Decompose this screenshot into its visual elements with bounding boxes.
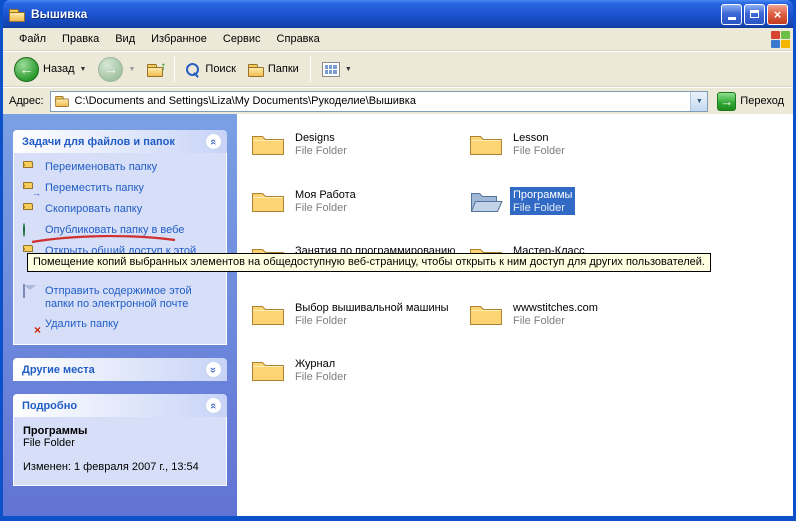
go-label: Переход xyxy=(740,95,784,107)
search-button[interactable]: Поиск xyxy=(181,60,240,79)
tasks-panel-body: Переименовать папку → Переместить папку … xyxy=(13,153,227,345)
window-folder-icon xyxy=(9,9,25,22)
address-dropdown-icon[interactable]: ▼ xyxy=(690,92,707,111)
folders-icon xyxy=(248,64,264,77)
toolbar: ← Назад ▼ → ▼ ↑ Поиск Папки xyxy=(3,51,793,87)
folder-icon xyxy=(251,300,285,328)
views-icon xyxy=(322,62,340,77)
titlebar: Вышивка × xyxy=(3,0,793,28)
address-folder-icon xyxy=(55,95,69,106)
content: Задачи для файлов и папок « Переименоват… xyxy=(3,114,793,516)
details-panel-body: Программы File Folder Изменен: 1 февраля… xyxy=(13,417,227,486)
menu-view[interactable]: Вид xyxy=(107,29,143,49)
window-title: Вышивка xyxy=(31,7,719,21)
toolbar-separator-2 xyxy=(310,56,311,82)
address-combobox[interactable]: C:\Documents and Settings\Liza\My Docume… xyxy=(50,91,709,112)
up-button[interactable]: ↑ xyxy=(142,59,168,80)
windows-logo xyxy=(769,29,791,49)
views-dropdown-icon: ▼ xyxy=(345,66,352,73)
other-places-title: Другие места xyxy=(22,364,95,376)
search-icon xyxy=(186,63,199,76)
go-icon: → xyxy=(717,92,736,111)
file-item-lesson[interactable]: LessonFile Folder xyxy=(469,130,687,158)
back-button[interactable]: ← Назад ▼ xyxy=(9,54,91,85)
forward-button[interactable]: → ▼ xyxy=(93,54,140,85)
menubar: Файл Правка Вид Избранное Сервис Справка xyxy=(3,28,793,51)
task-copy-folder[interactable]: Скопировать папку xyxy=(23,203,222,217)
folder-icon xyxy=(469,300,503,328)
up-folder-icon: ↑ xyxy=(147,64,163,77)
folder-icon xyxy=(469,130,503,158)
details-panel-header[interactable]: Подробно « xyxy=(13,394,227,417)
email-icon xyxy=(23,285,39,299)
forward-icon: → xyxy=(98,57,123,82)
menu-file[interactable]: Файл xyxy=(11,29,54,49)
address-value: C:\Documents and Settings\Liza\My Docume… xyxy=(75,95,686,107)
screen: Вышивка × Файл Правка Вид Избранное Серв… xyxy=(0,0,796,521)
back-icon: ← xyxy=(14,57,39,82)
other-places-panel-header[interactable]: Другие места « xyxy=(13,358,227,381)
file-item-programmy-selected[interactable]: ПрограммыFile Folder xyxy=(469,187,687,215)
task-move-folder[interactable]: → Переместить папку xyxy=(23,182,222,196)
search-label: Поиск xyxy=(205,63,235,75)
close-button[interactable]: × xyxy=(767,4,788,25)
file-item-moya-rabota[interactable]: Моя РаботаFile Folder xyxy=(251,187,469,215)
task-delete-folder[interactable]: × Удалить папку xyxy=(23,318,222,332)
forward-dropdown-icon: ▼ xyxy=(128,66,135,73)
folders-button[interactable]: Папки xyxy=(243,59,304,80)
publish-web-icon xyxy=(23,224,39,238)
go-button[interactable]: → Переход xyxy=(714,91,787,112)
menu-help[interactable]: Справка xyxy=(269,29,328,49)
folder-open-selected-icon xyxy=(469,187,503,215)
tasks-panel: Задачи для файлов и папок « Переименоват… xyxy=(13,130,227,345)
minimize-button[interactable] xyxy=(721,4,742,25)
folder-icon xyxy=(251,187,285,215)
details-panel: Подробно « Программы File Folder Изменен… xyxy=(13,394,227,486)
details-modified: Изменен: 1 февраля 2007 г., 13:54 xyxy=(23,461,222,473)
task-rename-folder[interactable]: Переименовать папку xyxy=(23,161,222,175)
file-item-zhurnal[interactable]: ЖурналFile Folder xyxy=(251,356,469,384)
copy-folder-icon xyxy=(23,203,39,217)
chevron-up-icon[interactable]: « xyxy=(205,133,222,150)
file-item-designs[interactable]: DesignsFile Folder xyxy=(251,130,469,158)
chevron-up-icon[interactable]: « xyxy=(205,397,222,414)
back-dropdown-icon: ▼ xyxy=(80,66,87,73)
menu-tools[interactable]: Сервис xyxy=(215,29,269,49)
up-arrow-icon: ↑ xyxy=(160,59,166,73)
delete-icon: × xyxy=(23,318,39,332)
tasks-panel-header[interactable]: Задачи для файлов и папок « xyxy=(13,130,227,153)
folder-icon xyxy=(251,356,285,384)
menu-edit[interactable]: Правка xyxy=(54,29,107,49)
address-label: Адрес: xyxy=(9,95,44,107)
task-publish-folder-web[interactable]: Опубликовать папку в вебе xyxy=(23,224,222,238)
move-folder-icon: → xyxy=(23,182,39,196)
address-bar: Адрес: C:\Documents and Settings\Liza\My… xyxy=(3,87,793,114)
details-name: Программы xyxy=(23,425,222,437)
details-panel-title: Подробно xyxy=(22,400,77,412)
sidebar: Задачи для файлов и папок « Переименоват… xyxy=(3,114,237,516)
rename-folder-icon xyxy=(23,161,39,175)
file-item-wwwstitches[interactable]: wwwstitches.comFile Folder xyxy=(469,300,687,328)
tooltip-text: Помещение копий выбранных элементов на о… xyxy=(33,256,705,268)
folders-label: Папки xyxy=(268,63,299,75)
minimize-icon xyxy=(728,17,736,20)
details-type: File Folder xyxy=(23,437,222,449)
maximize-icon xyxy=(750,10,759,18)
tasks-panel-title: Задачи для файлов и папок xyxy=(22,136,175,148)
views-button[interactable]: ▼ xyxy=(317,59,357,80)
explorer-window: Вышивка × Файл Правка Вид Избранное Серв… xyxy=(0,0,796,521)
menu-favorites[interactable]: Избранное xyxy=(143,29,215,49)
folder-icon xyxy=(251,130,285,158)
file-list: DesignsFile Folder Моя РаботаFile Folder… xyxy=(237,114,793,516)
back-label: Назад xyxy=(43,63,75,75)
toolbar-separator xyxy=(174,56,175,82)
file-item-vybor-mashiny[interactable]: Выбор вышивальной машиныFile Folder xyxy=(251,300,469,328)
chevron-down-icon[interactable]: « xyxy=(205,361,222,378)
tooltip: Помещение копий выбранных элементов на о… xyxy=(27,253,711,272)
task-email-folder[interactable]: Отправить содержимое этой папки по элект… xyxy=(23,285,222,311)
close-icon: × xyxy=(774,8,782,21)
other-places-panel: Другие места « xyxy=(13,358,227,381)
maximize-button[interactable] xyxy=(744,4,765,25)
